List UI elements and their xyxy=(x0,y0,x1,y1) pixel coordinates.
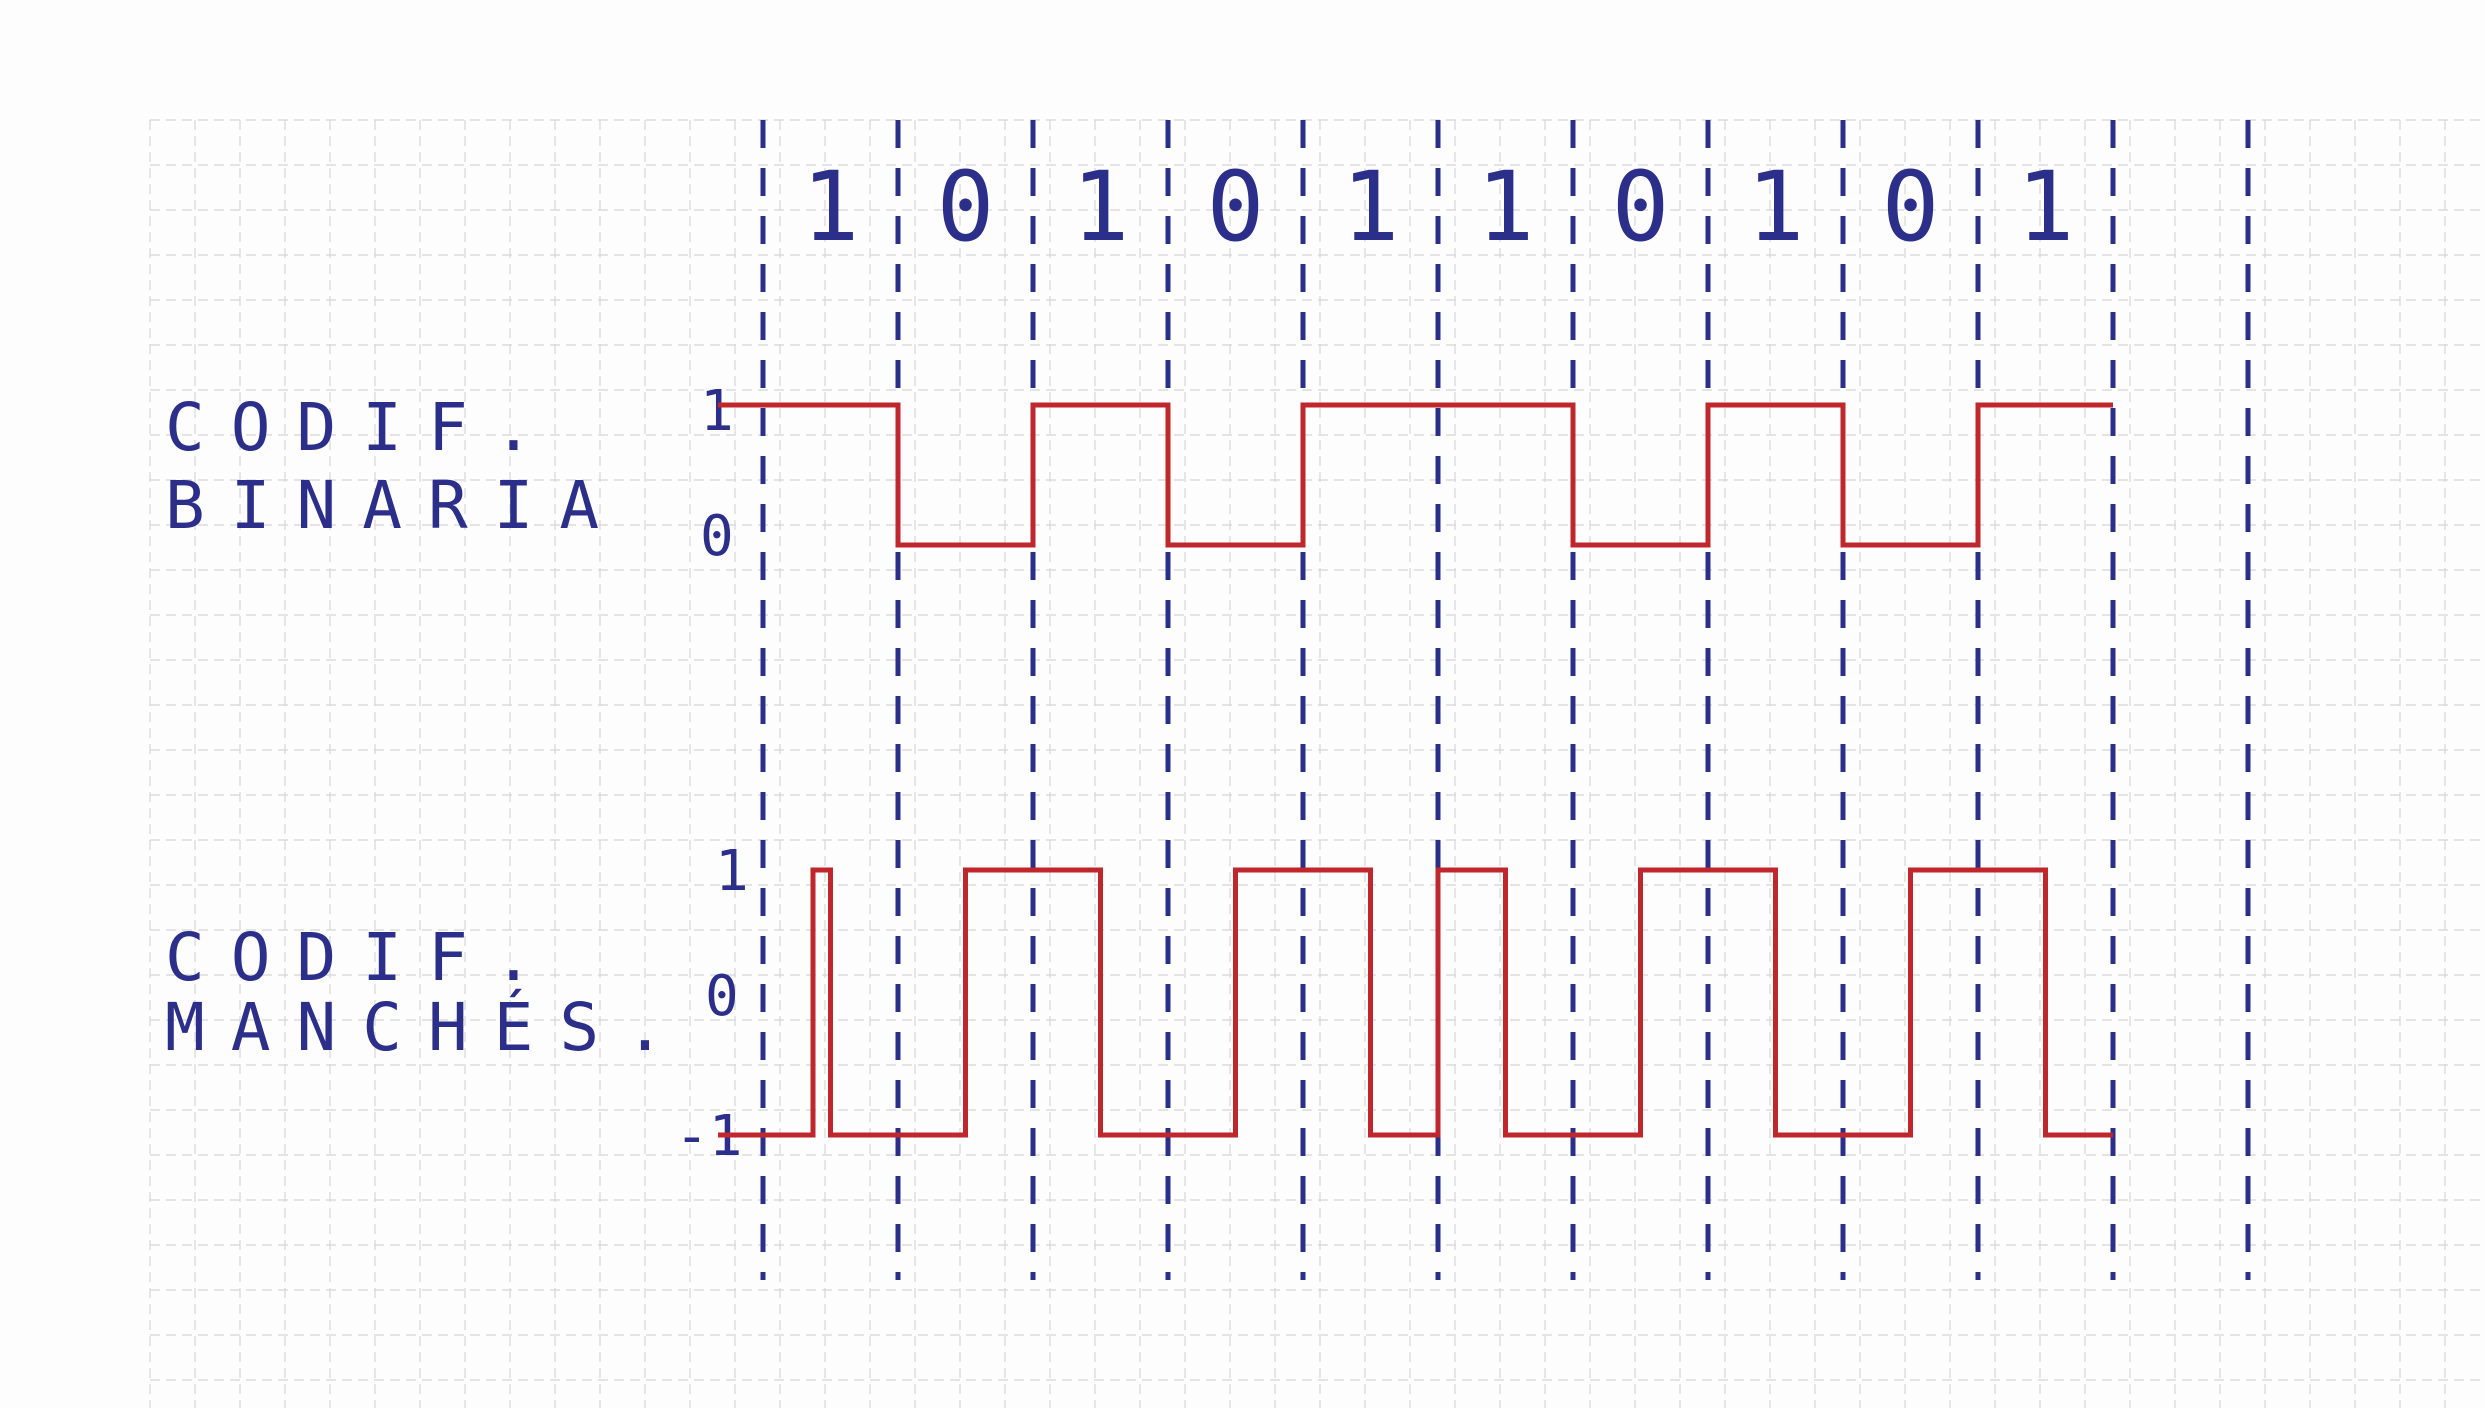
bit-value: 1 xyxy=(1477,151,1535,263)
graph-paper-grid xyxy=(149,119,2485,1408)
bit-value: 1 xyxy=(2017,151,2075,263)
manchester-level-mid: 0 xyxy=(705,964,739,1029)
binary-level-low: 0 xyxy=(700,504,734,569)
bit-value: 1 xyxy=(1072,151,1130,263)
bit-value: 1 xyxy=(1342,151,1400,263)
bit-sequence: 1010110101 xyxy=(802,151,2075,263)
bit-value: 0 xyxy=(1612,151,1670,263)
binary-label-line2: BINARIA xyxy=(165,467,625,544)
manchester-label-line2: MANCHÉS. xyxy=(165,988,691,1066)
bit-value: 0 xyxy=(1882,151,1940,263)
bit-value: 0 xyxy=(1207,151,1265,263)
binary-label-line1: CODIF. xyxy=(165,389,559,466)
encoding-diagram: 1010110101 CODIF. BINARIA CODIF. MANCHÉS… xyxy=(149,119,2485,1408)
bit-value: 0 xyxy=(937,151,995,263)
bit-value: 1 xyxy=(1747,151,1805,263)
manchester-label-line1: CODIF. xyxy=(165,919,559,996)
manchester-level-high: 1 xyxy=(715,839,749,904)
manchester-signal xyxy=(718,867,2113,1138)
notebook-page: 1010110101 CODIF. BINARIA CODIF. MANCHÉS… xyxy=(0,0,2485,1408)
binary-signal xyxy=(718,402,2113,548)
bit-value: 1 xyxy=(802,151,860,263)
binary-level-high: 1 xyxy=(700,379,734,444)
